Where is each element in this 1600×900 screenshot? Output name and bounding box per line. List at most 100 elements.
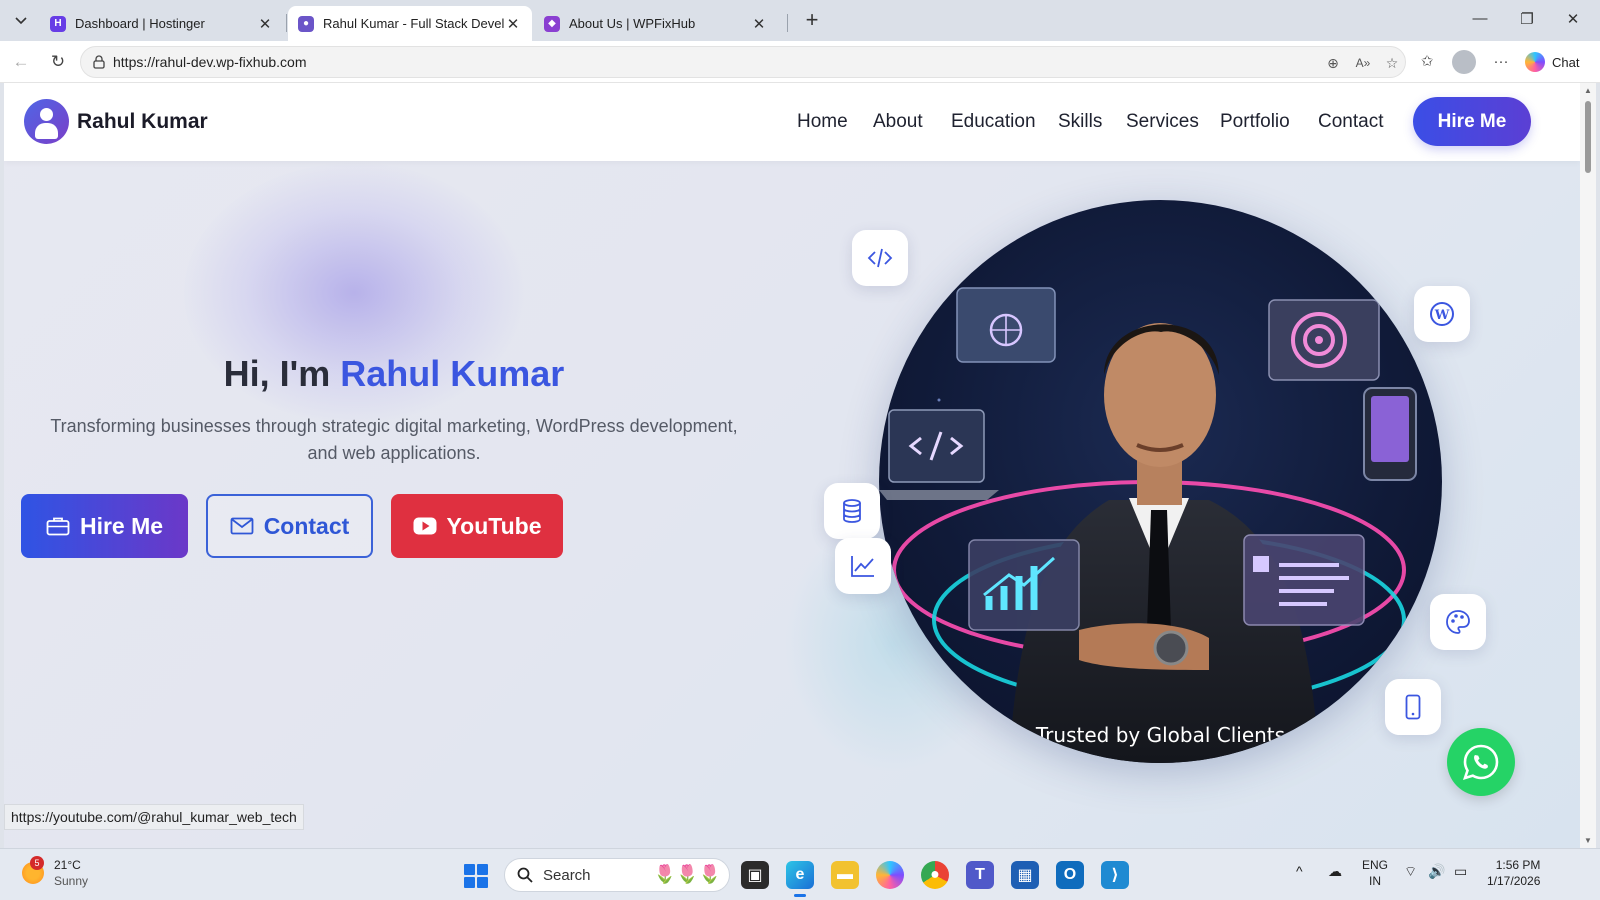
envelope-icon	[230, 517, 254, 535]
site-info-icon[interactable]	[91, 54, 107, 70]
cloud-sync-icon[interactable]: ☁	[1328, 863, 1342, 879]
minimize-icon[interactable]: —	[1470, 10, 1490, 27]
favorites-icon[interactable]: ✩	[1417, 52, 1437, 72]
read-aloud-icon[interactable]: A»	[1354, 54, 1372, 72]
region-code: IN	[1369, 874, 1381, 888]
hero-title: Hi, I'm Rahul Kumar	[4, 353, 784, 395]
volume-icon[interactable]: 🔊	[1428, 863, 1445, 879]
zoom-icon[interactable]: ⊕	[1324, 54, 1342, 72]
tab-title: About Us | WPFixHub	[569, 16, 696, 31]
new-tab-icon[interactable]: +	[800, 9, 824, 33]
nav-contact[interactable]: Contact	[1318, 111, 1383, 133]
tab-actions-chevron-icon[interactable]	[8, 8, 34, 34]
whatsapp-icon	[1462, 744, 1499, 780]
weather-temperature: 21°C	[54, 858, 81, 872]
whatsapp-button[interactable]	[1447, 728, 1515, 796]
nav-portfolio[interactable]: Portfolio	[1220, 111, 1290, 133]
hire-me-label: Hire Me	[79, 512, 164, 539]
weather-description: Sunny	[54, 874, 89, 888]
outlook-icon[interactable]: O	[1056, 861, 1084, 889]
edge-browser-icon[interactable]: e	[786, 861, 814, 897]
database-icon	[824, 483, 880, 539]
page-viewport: Rahul Kumar Home About Education Skills …	[4, 83, 1580, 848]
copilot-chat-button[interactable]: Chat	[1525, 50, 1579, 74]
copilot-app-icon[interactable]	[876, 861, 904, 889]
url-text[interactable]: https://rahul-dev.wp-fixhub.com	[113, 54, 307, 70]
close-tab-icon[interactable]: ✕	[504, 15, 522, 33]
task-view-icon[interactable]: ▣	[741, 861, 769, 889]
browser-tab-bar: H Dashboard | Hostinger ✕ ● Rahul Kumar …	[0, 0, 1600, 41]
tab-divider	[286, 14, 287, 32]
hire-me-header-button[interactable]: Hire Me	[1413, 97, 1531, 146]
notification-badge: 5	[30, 856, 44, 870]
sun-icon: 5	[22, 856, 44, 884]
svg-text:W: W	[1434, 308, 1450, 323]
chart-icon	[835, 538, 891, 594]
youtube-icon	[413, 517, 437, 535]
tulips-icon: 🌷🌷🌷	[653, 864, 721, 884]
tab-title: Rahul Kumar - Full Stack Developer	[323, 16, 504, 31]
close-tab-icon[interactable]: ✕	[256, 15, 274, 33]
weather-widget[interactable]: 5 21°C Sunny	[22, 856, 89, 889]
vscode-icon[interactable]: ⟩	[1101, 861, 1129, 889]
favorite-star-icon[interactable]: ☆	[1383, 54, 1401, 72]
user-avatar-icon	[24, 99, 69, 144]
wordpress-icon: W	[1414, 286, 1470, 342]
show-hidden-icons-chevron-icon[interactable]: ^	[1296, 863, 1303, 879]
address-bar[interactable]: https://rahul-dev.wp-fixhub.com ⊕ A» ☆	[80, 46, 1406, 78]
tab-wpfixhub[interactable]: ◆ About Us | WPFixHub ✕	[534, 6, 778, 41]
language-indicator[interactable]: ENG IN	[1362, 857, 1388, 889]
briefcase-icon	[46, 517, 70, 536]
shield-favicon-icon: ◆	[544, 15, 560, 32]
nav-services[interactable]: Services	[1126, 111, 1199, 133]
tab-rahul-kumar[interactable]: ● Rahul Kumar - Full Stack Developer ✕	[288, 6, 532, 41]
tab-divider	[787, 14, 788, 32]
brand-name: Rahul Kumar	[77, 109, 208, 133]
scrollbar-thumb[interactable]	[1585, 101, 1591, 173]
nav-education[interactable]: Education	[951, 111, 1036, 133]
mobile-icon	[1385, 679, 1441, 735]
status-bar-url: https://youtube.com/@rahul_kumar_web_tec…	[4, 804, 304, 830]
wifi-icon[interactable]: ⌔	[1404, 863, 1417, 879]
refresh-icon[interactable]: ↻	[46, 50, 70, 74]
hero-portrait-image: Trusted by Global Clients	[879, 200, 1442, 763]
nav-about[interactable]: About	[873, 111, 923, 133]
chrome-icon[interactable]: ●	[921, 861, 949, 889]
taskbar-search[interactable]: Search 🌷🌷🌷	[504, 858, 730, 892]
hero-name: Rahul Kumar	[340, 353, 565, 394]
clock[interactable]: 1:56 PM 1/17/2026	[1487, 857, 1540, 889]
close-tab-icon[interactable]: ✕	[750, 15, 768, 33]
windows-start-icon[interactable]	[464, 864, 488, 888]
window-close-icon[interactable]: ✕	[1563, 10, 1583, 28]
nav-skills[interactable]: Skills	[1058, 111, 1102, 133]
page-scrollbar[interactable]: ▲ ▼	[1580, 83, 1596, 848]
battery-icon[interactable]: ▭	[1454, 863, 1467, 879]
youtube-button[interactable]: YouTube	[391, 494, 563, 558]
contact-button[interactable]: Contact	[206, 494, 373, 558]
brand-logo[interactable]: Rahul Kumar	[24, 99, 208, 144]
nav-home[interactable]: Home	[797, 111, 848, 133]
hostinger-icon: H	[50, 15, 66, 32]
tab-hostinger[interactable]: H Dashboard | Hostinger ✕	[40, 6, 284, 41]
scroll-down-icon[interactable]: ▼	[1583, 836, 1593, 845]
hero-subtitle: Transforming businesses through strategi…	[50, 416, 738, 463]
profile-avatar[interactable]	[1452, 50, 1476, 74]
more-options-icon[interactable]: ···	[1491, 52, 1511, 72]
search-label: Search	[543, 866, 591, 884]
search-icon	[517, 867, 533, 883]
hero-greeting: Hi, I'm	[223, 353, 331, 394]
tab-title: Dashboard | Hostinger	[75, 16, 205, 31]
palette-icon	[1430, 594, 1486, 650]
restore-icon[interactable]: ❐	[1517, 10, 1537, 28]
back-arrow-icon[interactable]: ←	[9, 50, 33, 74]
contact-label: Contact	[263, 512, 350, 539]
windows-taskbar: 5 21°C Sunny Search 🌷🌷🌷 ▣ e ▬ ● T ▦ O ⟩ …	[0, 848, 1600, 900]
copilot-icon	[1525, 52, 1545, 72]
file-explorer-icon[interactable]: ▬	[831, 861, 859, 889]
scroll-up-icon[interactable]: ▲	[1583, 86, 1593, 95]
hire-me-button[interactable]: Hire Me	[21, 494, 188, 558]
language-code: ENG	[1362, 858, 1389, 872]
store-icon[interactable]: ▦	[1011, 861, 1039, 889]
teams-icon[interactable]: T	[966, 861, 994, 889]
site-header: Rahul Kumar Home About Education Skills …	[4, 83, 1580, 161]
